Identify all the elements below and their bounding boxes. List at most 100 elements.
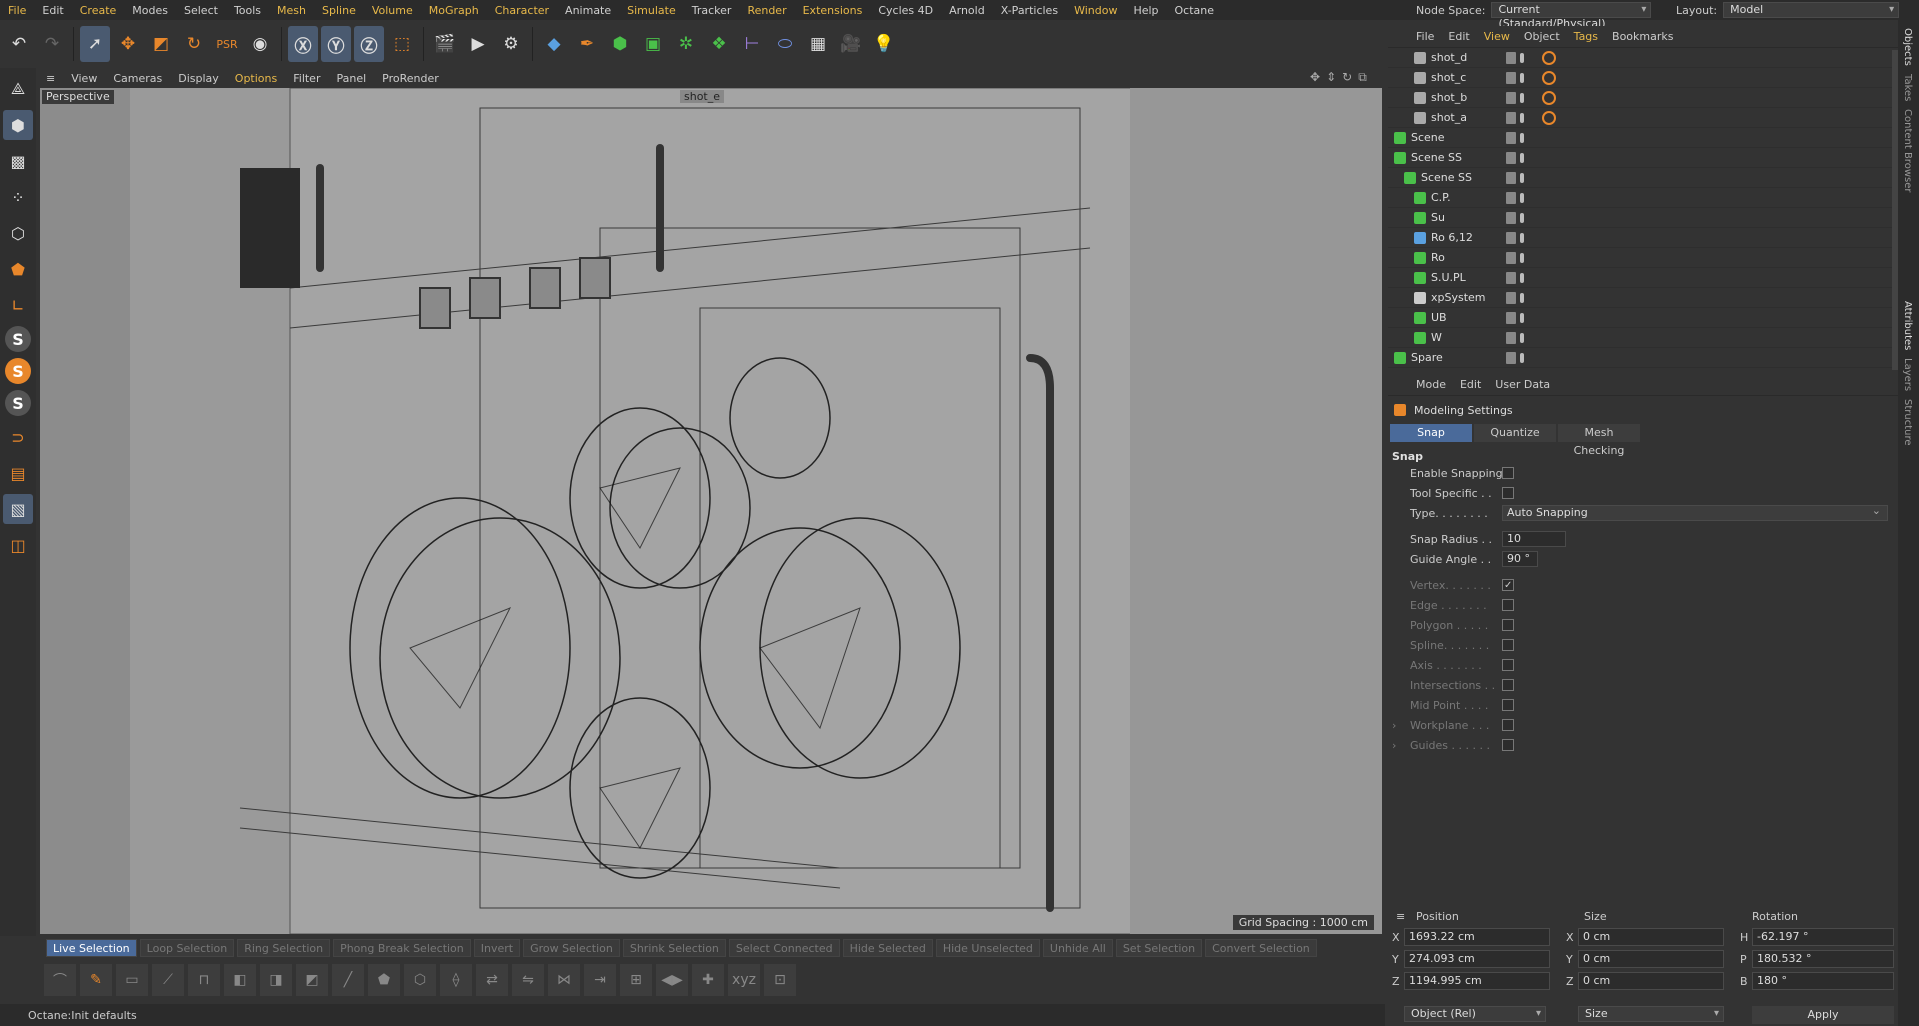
bevel-icon[interactable]: ◩	[296, 964, 328, 996]
layer-icon[interactable]	[1506, 351, 1516, 364]
object-row[interactable]: xpSystem	[1388, 288, 1898, 308]
deformer-icon[interactable]: ⊢	[737, 26, 767, 62]
grow-selection-button[interactable]: Grow Selection	[523, 939, 620, 957]
mograph-icon[interactable]: ❖	[704, 26, 734, 62]
layer-icon[interactable]	[1506, 131, 1516, 144]
light-icon[interactable]: 💡	[869, 26, 899, 62]
live-selection-button[interactable]: Live Selection	[46, 939, 137, 957]
slide-icon[interactable]: ⇄	[476, 964, 508, 996]
y-axis-icon[interactable]: Ⓨ	[321, 26, 351, 62]
object-row[interactable]: shot_d	[1388, 48, 1898, 68]
menu-octane[interactable]: Octane	[1167, 4, 1223, 17]
rotate-icon[interactable]: ↻	[179, 26, 209, 62]
guide-angle-input[interactable]: 90 °	[1502, 551, 1538, 567]
viewport-3d[interactable]: Perspective shot_e Grid Spacing : 1000 c…	[40, 88, 1382, 934]
visibility-flags[interactable]	[1506, 251, 1524, 264]
menu-create[interactable]: Create	[72, 4, 125, 17]
object-row[interactable]: Scene SS	[1388, 168, 1898, 188]
camera-icon[interactable]: 🎥	[836, 26, 866, 62]
position-z-input[interactable]: 1194.995 cm	[1404, 972, 1550, 990]
tab-mesh-checking[interactable]: Mesh Checking	[1558, 424, 1640, 457]
menu-cycles4d[interactable]: Cycles 4D	[870, 4, 941, 17]
tab-takes[interactable]: Takes	[1902, 70, 1913, 105]
object-row[interactable]: Ro	[1388, 248, 1898, 268]
knife-icon[interactable]: ⟋	[152, 964, 184, 996]
menu-modes[interactable]: Modes	[124, 4, 176, 17]
object-row[interactable]: shot_b	[1388, 88, 1898, 108]
recent-tool-icon[interactable]: ◉	[245, 26, 275, 62]
tab-attributes[interactable]: Attributes	[1902, 297, 1913, 354]
hide-selected-button[interactable]: Hide Selected	[842, 939, 933, 957]
spline-checkbox[interactable]	[1502, 639, 1514, 651]
make-editable-icon[interactable]: ⟁	[3, 74, 33, 104]
visibility-dots-icon[interactable]	[1520, 132, 1524, 143]
stitch-icon[interactable]: ⇋	[512, 964, 544, 996]
viewport-menu-view[interactable]: View	[63, 72, 105, 85]
visibility-dots-icon[interactable]	[1520, 292, 1524, 303]
chevron-right-icon[interactable]: ›	[1392, 719, 1396, 732]
hide-unselected-button[interactable]: Hide Unselected	[935, 939, 1040, 957]
visibility-flags[interactable]	[1506, 171, 1524, 184]
visibility-flags[interactable]	[1506, 351, 1524, 364]
visibility-flags[interactable]	[1506, 51, 1524, 64]
move-icon[interactable]: ✥	[113, 26, 143, 62]
pen-icon[interactable]: ✒	[572, 26, 602, 62]
visibility-dots-icon[interactable]	[1520, 92, 1524, 103]
edge-checkbox[interactable]	[1502, 599, 1514, 611]
snap-radius-input[interactable]: 10	[1502, 531, 1566, 547]
visibility-flags[interactable]	[1506, 331, 1524, 344]
object-row[interactable]: Su	[1388, 208, 1898, 228]
points-mode-icon[interactable]: ⁘	[3, 182, 33, 212]
shrink-selection-button[interactable]: Shrink Selection	[622, 939, 726, 957]
layer-icon[interactable]	[1506, 211, 1516, 224]
object-menu-file[interactable]: File	[1416, 30, 1434, 43]
tool-icon[interactable]: ⌒	[44, 964, 76, 996]
render-settings-icon[interactable]: ⚙	[496, 26, 526, 62]
object-menu-view[interactable]: View	[1484, 30, 1510, 43]
visibility-dots-icon[interactable]	[1520, 52, 1524, 63]
object-menu-tags[interactable]: Tags	[1574, 30, 1598, 43]
protection-tag-icon[interactable]	[1542, 50, 1556, 65]
tab-layers[interactable]: Layers	[1902, 354, 1913, 395]
layout-dropdown[interactable]: Model	[1723, 2, 1900, 18]
layer-icon[interactable]	[1506, 311, 1516, 324]
model-mode-icon[interactable]: ⬢	[3, 110, 33, 140]
visibility-dots-icon[interactable]	[1520, 112, 1524, 123]
viewport-menu-filter[interactable]: Filter	[285, 72, 328, 85]
polygons-mode-icon[interactable]: ⬟	[3, 254, 33, 284]
layer-icon[interactable]	[1506, 71, 1516, 84]
render-view-icon[interactable]: 🎬	[430, 26, 460, 62]
psr-icon[interactable]: PSR	[212, 26, 242, 62]
coordinate-menu-icon[interactable]: ≡	[1396, 910, 1405, 923]
layer-icon[interactable]	[1506, 251, 1516, 264]
coordinate-mode-dropdown[interactable]: Object (Rel)	[1404, 1006, 1546, 1022]
extrude-icon[interactable]: ▣	[638, 26, 668, 62]
object-menu-object[interactable]: Object	[1524, 30, 1560, 43]
x-axis-icon[interactable]: Ⓧ	[288, 26, 318, 62]
tab-snap[interactable]: Snap	[1390, 424, 1472, 442]
solo-icon[interactable]: S	[5, 326, 31, 352]
position-x-input[interactable]: 1693.22 cm	[1404, 928, 1550, 946]
menu-mograph[interactable]: MoGraph	[421, 4, 487, 17]
invert-button[interactable]: Invert	[473, 939, 521, 957]
layer-icon[interactable]	[1506, 51, 1516, 64]
layer-icon[interactable]	[1506, 271, 1516, 284]
menu-select[interactable]: Select	[176, 4, 226, 17]
object-menu-bookmarks[interactable]: Bookmarks	[1612, 30, 1673, 43]
intersections-checkbox[interactable]	[1502, 679, 1514, 691]
rotation-b-input[interactable]: 180 °	[1752, 972, 1894, 990]
visibility-dots-icon[interactable]	[1520, 152, 1524, 163]
visibility-flags[interactable]	[1506, 291, 1524, 304]
visibility-flags[interactable]	[1506, 191, 1524, 204]
viewport-menu-cameras[interactable]: Cameras	[105, 72, 170, 85]
menu-extensions[interactable]: Extensions	[795, 4, 871, 17]
workplane-icon[interactable]: ▤	[3, 458, 33, 488]
phong-break-selection-button[interactable]: Phong Break Selection	[333, 939, 471, 957]
object-row[interactable]: Scene	[1388, 128, 1898, 148]
visibility-flags[interactable]	[1506, 111, 1524, 124]
menu-animate[interactable]: Animate	[557, 4, 619, 17]
visibility-dots-icon[interactable]	[1520, 272, 1524, 283]
magnet-icon[interactable]: ⊓	[188, 964, 220, 996]
visibility-dots-icon[interactable]	[1520, 72, 1524, 83]
layer-icon[interactable]	[1506, 291, 1516, 304]
